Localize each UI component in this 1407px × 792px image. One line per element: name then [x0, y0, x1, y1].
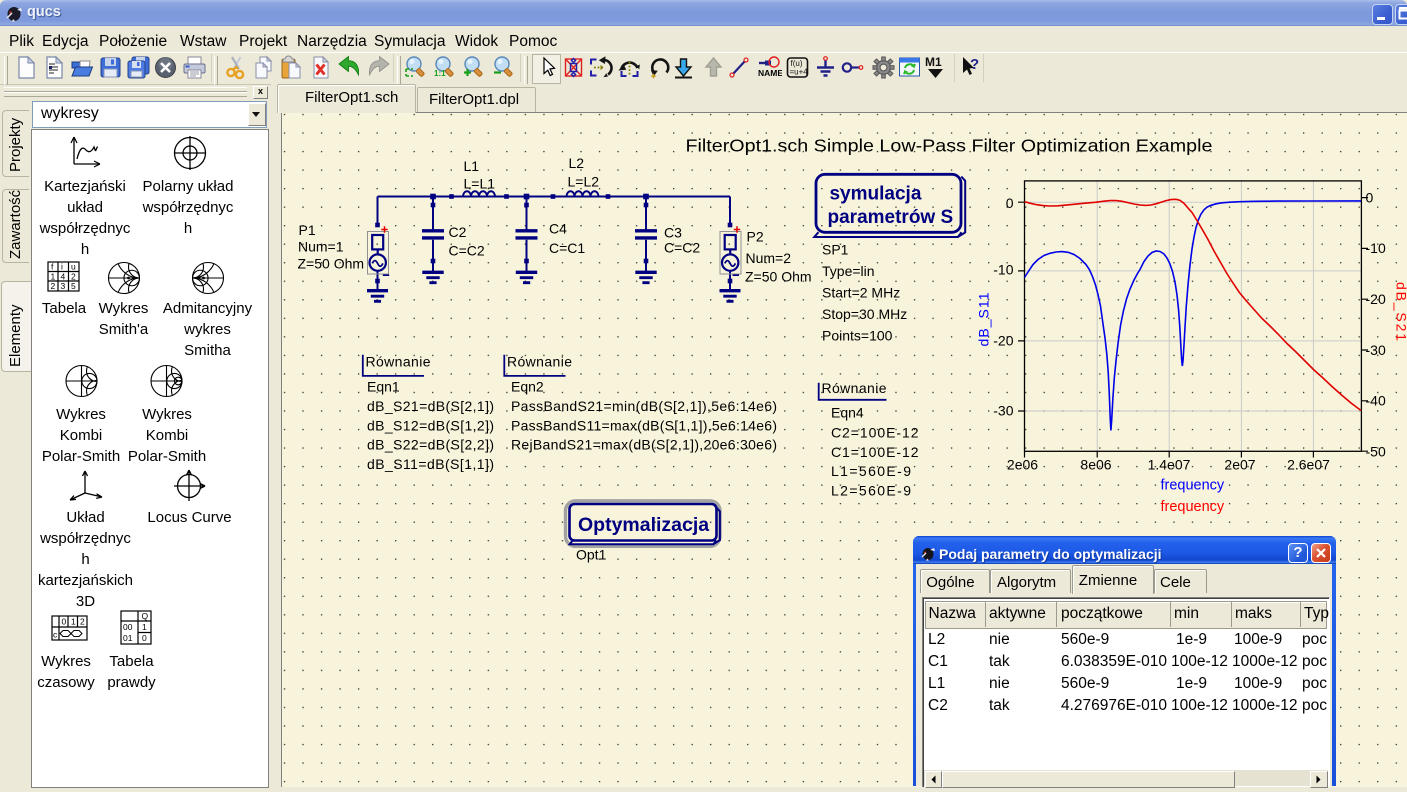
svg-text:C4: C4 [549, 221, 567, 237]
svg-text:Num=2: Num=2 [746, 250, 792, 266]
svg-text:Z=50 Ohm: Z=50 Ohm [745, 269, 812, 285]
svg-text:Points=100: Points=100 [822, 328, 893, 344]
svg-text:-10: -10 [993, 262, 1013, 278]
svg-text:2: 2 [51, 281, 56, 291]
svg-text:P1: P1 [299, 222, 316, 238]
svg-text:Start=2 MHz: Start=2 MHz [822, 285, 900, 301]
svg-text:Num=1: Num=1 [298, 239, 344, 255]
svg-text:L=L1: L=L1 [464, 176, 496, 192]
svg-text:PassBandS11=max(dB(S[1,1]),5e6: PassBandS11=max(dB(S[1,1]),5e6:14e6) [511, 417, 777, 433]
svg-text:Z=50 Ohm: Z=50 Ohm [298, 256, 365, 272]
svg-text:-40: -40 [1366, 393, 1386, 409]
svg-text:L1: L1 [464, 158, 480, 174]
svg-text:i: i [61, 262, 63, 272]
svg-text:L=L2: L=L2 [568, 174, 600, 190]
svg-text:01: 01 [123, 633, 133, 643]
svg-text:0: 0 [142, 633, 147, 643]
svg-text:u: u [71, 262, 76, 272]
svg-text:L2=560E-9: L2=560E-9 [831, 483, 911, 499]
svg-text:P2: P2 [747, 229, 764, 245]
svg-text:frequency: frequency [1161, 499, 1225, 515]
svg-text:dB_S11=dB(S[1,1]): dB_S11=dB(S[1,1]) [367, 456, 494, 472]
svg-text:8e06: 8e06 [1080, 457, 1111, 473]
svg-text:c: c [53, 630, 58, 640]
svg-text:dB_S11: dB_S11 [976, 292, 992, 346]
svg-text:dB_S22=dB(S[2,2]): dB_S22=dB(S[2,2]) [367, 437, 494, 453]
svg-text:-50: -50 [1366, 443, 1386, 459]
svg-text:5: 5 [71, 281, 76, 291]
svg-text:1: 1 [142, 622, 147, 632]
svg-text:RejBandS21=max(dB(S[2,1]),20e6: RejBandS21=max(dB(S[2,1]),20e6:30e6) [511, 437, 777, 453]
svg-text:dB_S12=dB(S[1,2]): dB_S12=dB(S[1,2]) [367, 417, 494, 433]
svg-text:2e07: 2e07 [1224, 457, 1255, 473]
svg-text:2: 2 [71, 272, 76, 282]
svg-text:1: 1 [51, 272, 56, 282]
svg-text:3: 3 [61, 281, 66, 291]
svg-text:Równanie: Równanie [366, 354, 431, 370]
svg-text:00: 00 [123, 622, 133, 632]
svg-text:-10: -10 [1366, 240, 1386, 256]
svg-text:2.6e07: 2.6e07 [1287, 457, 1330, 473]
svg-text:C2: C2 [449, 224, 467, 240]
svg-text:Optymalizacja: Optymalizacja [578, 514, 709, 536]
svg-text:C=C2: C=C2 [449, 243, 485, 259]
svg-text:L2: L2 [569, 155, 585, 171]
svg-text:4: 4 [61, 272, 66, 282]
svg-text:-30: -30 [993, 403, 1013, 419]
svg-text:Stop=30 MHz: Stop=30 MHz [822, 306, 907, 322]
svg-text:parametrów S: parametrów S [828, 207, 954, 228]
svg-text:1: 1 [71, 617, 76, 627]
svg-text:0: 0 [1006, 195, 1014, 211]
svg-text:NAME: NAME [758, 68, 782, 78]
svg-text:=u+4: =u+4 [790, 68, 809, 77]
svg-text:C=C1: C=C1 [549, 240, 585, 256]
svg-text:1:1: 1:1 [434, 69, 446, 78]
svg-text:-20: -20 [1366, 291, 1386, 307]
svg-text:M1: M1 [925, 55, 942, 69]
svg-text:SP1: SP1 [822, 242, 849, 258]
svg-text:Q: Q [142, 611, 149, 621]
svg-text:C1=100E-12: C1=100E-12 [831, 444, 919, 460]
svg-text:Opt1: Opt1 [576, 547, 607, 563]
svg-text:C2=100E-12: C2=100E-12 [831, 424, 919, 440]
svg-text:-20: -20 [993, 332, 1013, 348]
svg-text:Eqn4: Eqn4 [831, 405, 864, 421]
svg-text:dB_S21: dB_S21 [1394, 282, 1407, 341]
svg-text:2: 2 [80, 617, 85, 627]
svg-text:f: f [51, 262, 54, 272]
svg-text:Eqn2: Eqn2 [511, 379, 544, 395]
svg-text:C=C2: C=C2 [664, 240, 700, 256]
svg-text:1.4e07: 1.4e07 [1148, 457, 1191, 473]
svg-text:L1=560E-9: L1=560E-9 [831, 463, 911, 479]
svg-text:?: ? [970, 56, 979, 73]
svg-text:symulacja: symulacja [830, 184, 922, 205]
svg-text:Równanie: Równanie [822, 380, 887, 396]
svg-text:frequency: frequency [1161, 478, 1225, 494]
svg-text:C3: C3 [664, 225, 682, 241]
svg-text:0: 0 [1366, 189, 1374, 205]
svg-text:Równanie: Równanie [507, 354, 572, 370]
svg-text:2e06: 2e06 [1007, 457, 1038, 473]
svg-text:FilterOpt1.sch Simple Low-Pass: FilterOpt1.sch Simple Low-Pass Filter Op… [686, 136, 1213, 156]
svg-text:-30: -30 [1366, 342, 1386, 358]
svg-text:dB_S21=dB(S[2,1]): dB_S21=dB(S[2,1]) [367, 398, 494, 414]
svg-text:Eqn1: Eqn1 [367, 379, 400, 395]
svg-text:PassBandS21=min(dB(S[2,1]),5e6: PassBandS21=min(dB(S[2,1]),5e6:14e6) [511, 398, 777, 414]
svg-text:Type=lin: Type=lin [822, 263, 875, 279]
svg-text:0: 0 [62, 617, 67, 627]
